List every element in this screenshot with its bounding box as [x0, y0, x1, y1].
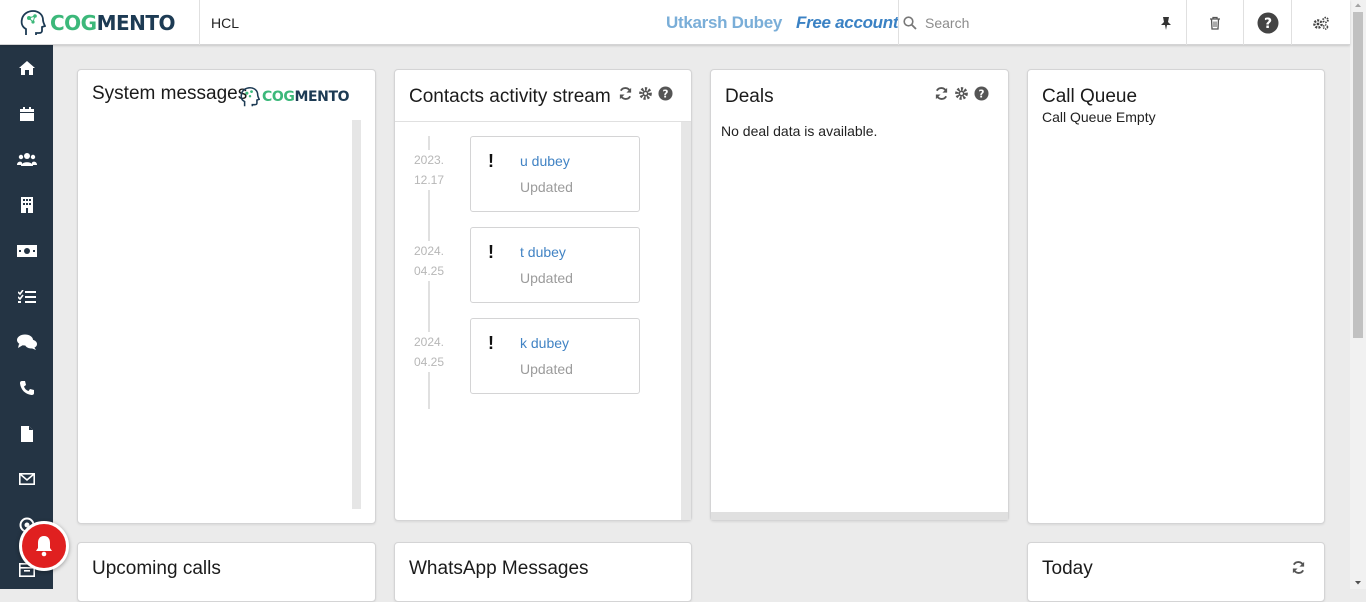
refresh-icon[interactable]	[618, 86, 633, 101]
contact-link[interactable]: u dubey	[520, 153, 570, 169]
activity-item[interactable]: ! k dubey Updated	[470, 318, 640, 394]
envelope-icon	[18, 473, 35, 485]
pin-icon	[1161, 16, 1171, 30]
sidebar-item-documents[interactable]	[0, 419, 53, 449]
sidebar-item-deals[interactable]	[0, 236, 53, 266]
settings-gear-icon[interactable]	[638, 86, 653, 101]
entry-date: 2024. 04.25	[408, 241, 450, 281]
card-title: System messages	[92, 83, 248, 104]
comments-icon	[16, 334, 37, 350]
stream-scrollbar[interactable]	[681, 122, 691, 520]
sidebar-item-email[interactable]	[0, 464, 53, 494]
bell-icon	[36, 536, 52, 557]
exclamation-icon: !	[488, 242, 494, 262]
card-title: WhatsApp Messages	[409, 558, 589, 579]
cogmento-logo: COGMENTO	[240, 86, 350, 108]
sidebar-item-cases[interactable]	[0, 327, 53, 357]
trash-button[interactable]	[1186, 0, 1243, 45]
help-circle-icon[interactable]: ?	[658, 86, 673, 101]
search-input[interactable]	[925, 14, 1145, 31]
empty-message: No deal data is available.	[721, 123, 878, 139]
user-name-link[interactable]: Utkarsh Dubey	[666, 13, 782, 33]
logo-wordmark: COGMENTO	[50, 10, 176, 35]
card-title: Upcoming calls	[92, 558, 221, 579]
card-title: Contacts activity stream	[409, 86, 611, 107]
users-icon	[16, 153, 37, 166]
scroll-up-arrow-icon[interactable]	[1350, 0, 1366, 10]
home-icon	[18, 61, 35, 75]
money-icon	[16, 245, 37, 257]
search-icon	[903, 15, 917, 30]
activity-status: Updated	[520, 179, 573, 195]
activity-status: Updated	[520, 361, 573, 377]
activity-status: Updated	[520, 270, 573, 286]
sidebar-item-home[interactable]	[0, 53, 53, 83]
whatsapp-messages-card: WhatsApp Messages	[394, 542, 692, 602]
scrollbar-thumb[interactable]	[1353, 12, 1363, 338]
system-messages-card: System messages COGMENTO	[77, 69, 376, 524]
svg-text:?: ?	[979, 88, 985, 100]
page-scrollbar[interactable]	[1350, 0, 1366, 589]
refresh-icon[interactable]	[1291, 560, 1306, 575]
exclamation-icon: !	[488, 151, 494, 171]
company-name: HCL	[211, 15, 240, 31]
sidebar-item-tasks[interactable]	[0, 282, 53, 312]
notification-bell-button[interactable]	[19, 521, 69, 571]
app-logo[interactable]: COGMENTO	[0, 0, 200, 45]
trash-icon	[1210, 16, 1220, 30]
settings-button[interactable]	[1291, 0, 1350, 45]
sidebar	[0, 45, 53, 589]
activity-item[interactable]: ! t dubey Updated	[470, 227, 640, 303]
header-divider	[395, 121, 691, 122]
help-circle-icon: ?	[1257, 12, 1278, 33]
tasks-icon	[17, 290, 36, 303]
activity-item[interactable]: ! u dubey Updated	[470, 136, 640, 212]
brain-logo-icon	[240, 86, 260, 107]
system-messages-scrollbar[interactable]	[352, 120, 361, 509]
svg-text:?: ?	[663, 88, 669, 100]
empty-message: Call Queue Empty	[1042, 109, 1156, 125]
contact-link[interactable]: k dubey	[520, 335, 569, 351]
sidebar-item-calendar[interactable]	[0, 99, 53, 129]
help-circle-icon[interactable]: ?	[974, 86, 989, 101]
sidebar-item-calls[interactable]	[0, 373, 53, 403]
svg-text:?: ?	[1263, 16, 1271, 32]
refresh-icon[interactable]	[934, 86, 949, 101]
upcoming-calls-card: Upcoming calls	[77, 542, 376, 602]
call-queue-card: Call Queue Call Queue Empty	[1027, 69, 1325, 524]
help-button[interactable]: ?	[1243, 0, 1291, 45]
document-icon	[20, 426, 33, 442]
gears-icon	[1313, 16, 1329, 30]
contact-link[interactable]: t dubey	[520, 244, 566, 260]
brain-logo-icon	[20, 9, 46, 35]
deals-horizontal-scrollbar[interactable]	[711, 512, 1008, 520]
search-box[interactable]	[898, 0, 1188, 45]
sidebar-item-contacts[interactable]	[0, 144, 53, 174]
card-title: Call Queue	[1042, 86, 1138, 107]
free-account-link[interactable]: Free account	[796, 13, 899, 33]
today-card: Today	[1027, 542, 1325, 602]
entry-date: 2024. 04.25	[408, 332, 450, 372]
exclamation-icon: !	[488, 333, 494, 353]
entry-date: 2023. 12.17	[408, 150, 450, 190]
settings-gear-icon[interactable]	[954, 86, 969, 101]
deals-card: Deals ? No deal data is available.	[710, 69, 1009, 521]
card-title: Deals	[725, 86, 774, 107]
scroll-down-arrow-icon[interactable]	[1350, 578, 1366, 588]
card-title: Today	[1042, 558, 1093, 579]
phone-icon	[19, 381, 34, 395]
pin-button[interactable]	[1146, 0, 1186, 45]
calendar-icon	[19, 107, 34, 121]
building-icon	[20, 197, 33, 213]
top-bar: COGMENTO HCL Utkarsh Dubey Free account …	[0, 0, 1350, 45]
sidebar-item-companies[interactable]	[0, 190, 53, 220]
